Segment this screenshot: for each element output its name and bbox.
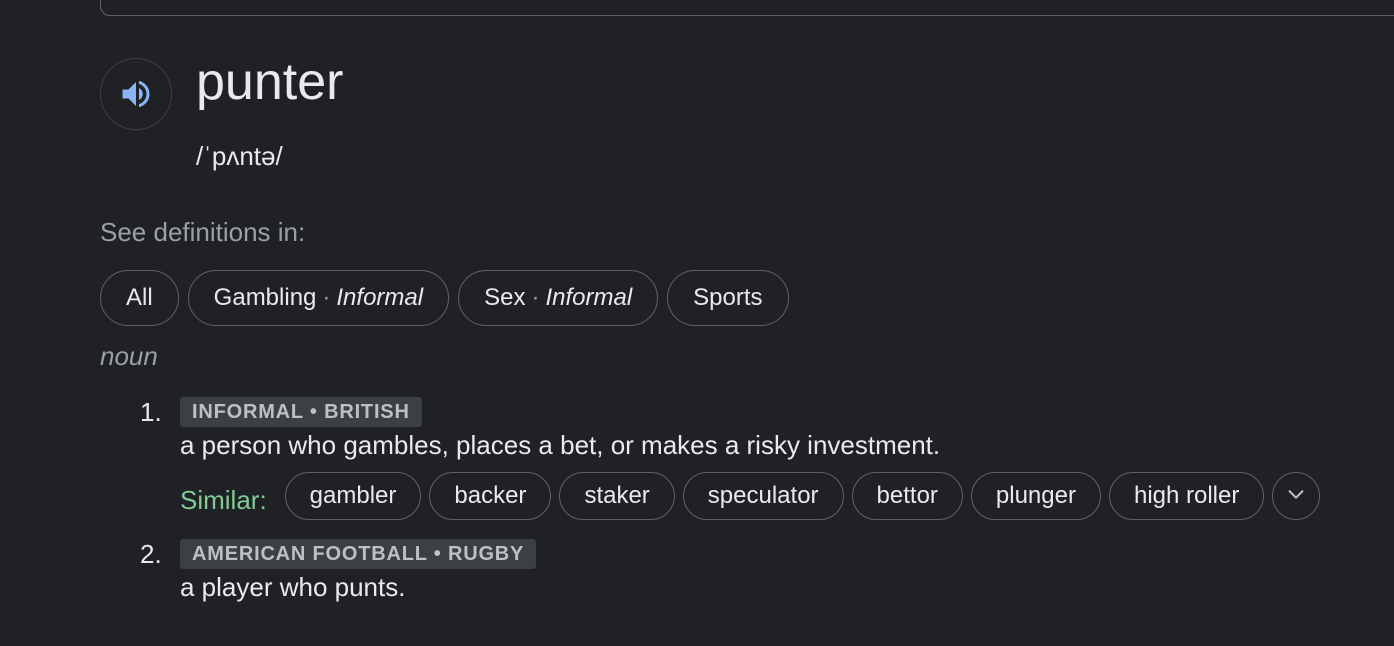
chip-label: Gambling	[213, 284, 317, 311]
similar-label: Similar:	[180, 484, 267, 515]
dictionary-card: punter /ˈpʌntə/ See definitions in: All …	[0, 0, 1394, 646]
chip-label: Sports	[693, 284, 763, 311]
phonetic-spelling: /ˈpʌntə/	[196, 141, 283, 171]
more-synonyms-button[interactable]	[1272, 472, 1321, 520]
definition-text: a person who gambles, places a bet, or m…	[180, 430, 941, 460]
synonym-chip[interactable]: gambler	[284, 472, 422, 520]
chip-all[interactable]: All	[100, 270, 179, 326]
definition-number: 1.	[140, 397, 162, 427]
chip-separator: ·	[531, 284, 540, 311]
speaker-icon	[118, 76, 154, 112]
synonym-chip[interactable]: staker	[559, 472, 675, 520]
synonym-chip[interactable]: high roller	[1108, 472, 1265, 520]
synonym-chip[interactable]: backer	[429, 472, 552, 520]
pronunciation-button[interactable]	[100, 58, 172, 130]
search-box-edge[interactable]	[100, 0, 1394, 16]
definition-filter-chips: All Gambling · Informal Sex · Informal S…	[100, 270, 789, 326]
chip-sex[interactable]: Sex · Informal	[458, 270, 659, 326]
chip-register: Informal	[336, 284, 424, 311]
chip-gambling[interactable]: Gambling · Informal	[187, 270, 450, 326]
definition-text: a player who punts.	[180, 572, 406, 602]
chip-sports[interactable]: Sports	[667, 270, 789, 326]
usage-label: AMERICAN FOOTBALL • RUGBY	[180, 539, 537, 569]
see-definitions-label: See definitions in:	[100, 217, 306, 247]
synonym-chip[interactable]: plunger	[970, 472, 1101, 520]
synonym-chip[interactable]: speculator	[682, 472, 844, 520]
headword: punter	[196, 53, 344, 111]
synonym-chip[interactable]: bettor	[851, 472, 963, 520]
chip-label: Sex	[484, 284, 526, 311]
part-of-speech: noun	[100, 341, 158, 371]
usage-label: INFORMAL • BRITISH	[180, 397, 422, 427]
chip-label: All	[126, 284, 153, 311]
chip-register: Informal	[545, 284, 633, 311]
definition-number: 2.	[140, 539, 162, 569]
chip-separator: ·	[322, 284, 331, 311]
similar-words-row: Similar: gambler backer staker speculato…	[180, 472, 1321, 520]
chevron-down-icon	[1285, 483, 1307, 510]
